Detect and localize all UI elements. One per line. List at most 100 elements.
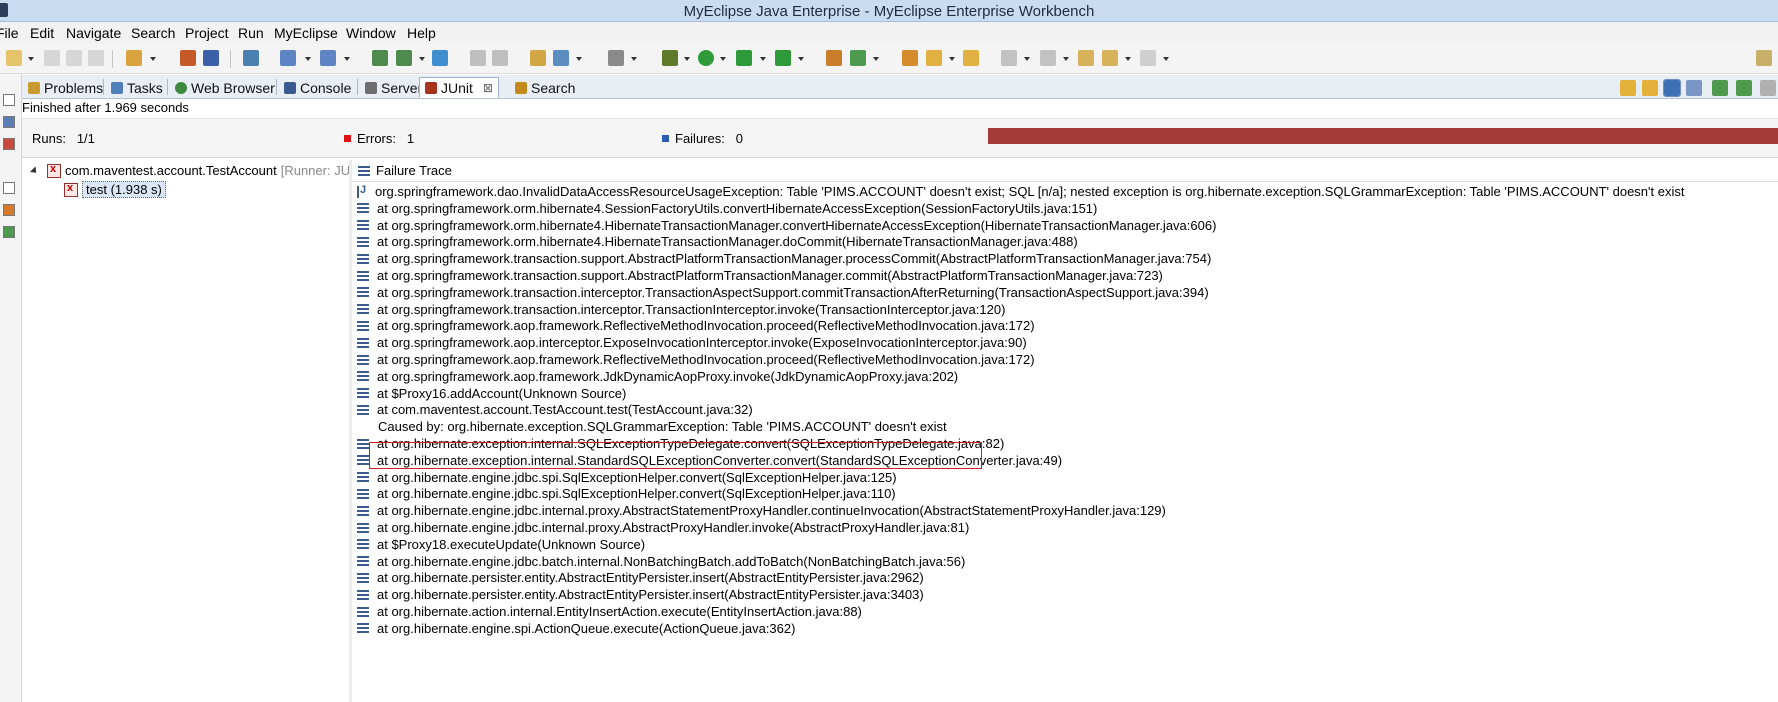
stack-frame-icon xyxy=(357,472,369,483)
tool-icon[interactable] xyxy=(320,50,336,66)
last-edit-icon[interactable] xyxy=(1078,50,1094,66)
tab-junit[interactable]: JUnit ⊠ xyxy=(419,77,499,98)
trace-line-text: at org.hibernate.engine.jdbc.internal.pr… xyxy=(377,503,1166,519)
trace-line-text: org.springframework.dao.InvalidDataAcces… xyxy=(375,184,1685,199)
search-icon[interactable] xyxy=(926,50,942,66)
tool-dropdown-icon[interactable] xyxy=(344,57,350,61)
junit-minimized-icon[interactable] xyxy=(3,138,15,150)
rerun-test-icon[interactable] xyxy=(1712,80,1728,96)
show-failures-only-icon[interactable] xyxy=(1663,79,1681,97)
collapse-icon[interactable] xyxy=(29,165,40,176)
tab-search[interactable]: Search xyxy=(509,77,581,98)
open-task-icon[interactable] xyxy=(902,50,918,66)
close-icon[interactable]: ⊠ xyxy=(483,81,493,95)
package-icon[interactable] xyxy=(530,50,546,66)
runs-value: 1/1 xyxy=(76,131,95,146)
rerun-failed-icon[interactable] xyxy=(1736,80,1752,96)
tab-tasks[interactable]: Tasks xyxy=(105,77,169,98)
debug-icon[interactable] xyxy=(662,50,678,66)
next-failure-icon[interactable] xyxy=(1620,80,1636,96)
terminal-dropdown-icon[interactable] xyxy=(631,57,637,61)
stack-frame-icon xyxy=(357,455,369,466)
trace-frame-line[interactable]: at org.hibernate.engine.spi.ActionQueue.… xyxy=(352,619,795,638)
run-last-dropdown-icon[interactable] xyxy=(760,57,766,61)
refresh-dropdown-icon[interactable] xyxy=(576,57,582,61)
menu-run[interactable]: Run xyxy=(238,25,264,41)
hierarchy-icon[interactable] xyxy=(3,226,15,238)
new-icon[interactable] xyxy=(6,50,22,66)
stack-frame-icon xyxy=(357,236,369,247)
external-tools-icon[interactable] xyxy=(775,50,791,66)
run-icon[interactable] xyxy=(698,50,714,66)
previous-annotation-dropdown-icon[interactable] xyxy=(1063,57,1069,61)
trace-line-text: Caused by: org.hibernate.exception.SQLGr… xyxy=(378,419,947,435)
stack-frame-icon xyxy=(357,203,369,214)
browser-icon[interactable] xyxy=(243,50,259,66)
back-icon[interactable] xyxy=(470,50,486,66)
tab-console[interactable]: Console xyxy=(278,77,357,98)
open-type-icon[interactable] xyxy=(372,50,388,66)
menu-search[interactable]: Search xyxy=(131,25,175,41)
next-annotation-icon[interactable] xyxy=(1001,50,1017,66)
menu-help[interactable]: Help xyxy=(407,25,436,41)
tool-dropdown-icon[interactable] xyxy=(305,57,311,61)
menu-window[interactable]: Window xyxy=(346,25,396,41)
globe-icon[interactable] xyxy=(432,50,448,66)
open-resource-icon[interactable] xyxy=(396,50,412,66)
new-project-icon[interactable] xyxy=(126,50,142,66)
new-package-icon[interactable] xyxy=(850,50,866,66)
tree-node-test-class[interactable]: com.maventest.account.TestAccount [Runne… xyxy=(29,163,378,178)
restore-icon[interactable] xyxy=(3,94,15,106)
menu-project[interactable]: Project xyxy=(185,25,229,41)
stack-frame-icon xyxy=(357,287,369,298)
menu-file[interactable]: File xyxy=(0,25,19,41)
trace-line-text: at org.hibernate.persister.entity.Abstra… xyxy=(377,587,924,603)
forward-nav-dropdown-icon[interactable] xyxy=(1163,57,1169,61)
perspective-icon[interactable] xyxy=(1756,50,1772,66)
new-class-icon[interactable] xyxy=(826,50,842,66)
menu-bar: File Edit Navigate Search Project Run My… xyxy=(0,22,1778,44)
new-package-dropdown-icon[interactable] xyxy=(873,57,879,61)
previous-failure-icon[interactable] xyxy=(1642,80,1658,96)
tool-icon[interactable] xyxy=(280,50,296,66)
back-nav-icon[interactable] xyxy=(1102,50,1118,66)
save-all-icon[interactable] xyxy=(66,50,82,66)
new-project-dropdown-icon[interactable] xyxy=(150,57,156,61)
run-dropdown-icon[interactable] xyxy=(720,57,726,61)
outline-icon[interactable] xyxy=(3,204,15,216)
terminal-icon[interactable] xyxy=(608,50,624,66)
progress-fill xyxy=(988,128,1778,144)
package-explorer-icon[interactable] xyxy=(3,116,15,128)
debug-dropdown-icon[interactable] xyxy=(684,57,690,61)
save-icon[interactable] xyxy=(44,50,60,66)
external-tools-dropdown-icon[interactable] xyxy=(798,57,804,61)
menu-edit[interactable]: Edit xyxy=(30,25,54,41)
restore-icon[interactable] xyxy=(3,182,15,194)
open-dropdown-icon[interactable] xyxy=(419,57,425,61)
run-last-icon[interactable] xyxy=(736,50,752,66)
scroll-lock-icon[interactable] xyxy=(1686,80,1702,96)
trace-line-text: at org.springframework.aop.framework.Jdk… xyxy=(377,368,959,384)
runs-label: Runs: xyxy=(32,131,66,146)
test-tree[interactable]: com.maventest.account.TestAccount [Runne… xyxy=(22,160,378,702)
server-icon[interactable] xyxy=(203,50,219,66)
failure-trace-panel[interactable]: Failure Trace org.springframework.dao.In… xyxy=(352,160,1778,702)
marker-icon[interactable] xyxy=(963,50,979,66)
menu-navigate[interactable]: Navigate xyxy=(66,25,121,41)
search-dropdown-icon[interactable] xyxy=(949,57,955,61)
deploy-icon[interactable] xyxy=(180,50,196,66)
forward-icon[interactable] xyxy=(492,50,508,66)
previous-annotation-icon[interactable] xyxy=(1040,50,1056,66)
back-nav-dropdown-icon[interactable] xyxy=(1125,57,1131,61)
forward-nav-icon[interactable] xyxy=(1140,50,1156,66)
refresh-icon[interactable] xyxy=(553,50,569,66)
print-icon[interactable] xyxy=(88,50,104,66)
next-annotation-dropdown-icon[interactable] xyxy=(1024,57,1030,61)
menu-myeclipse[interactable]: MyEclipse xyxy=(274,25,338,41)
tab-problems[interactable]: Problems xyxy=(22,77,109,98)
tab-web-browser[interactable]: Web Browser xyxy=(169,77,281,98)
new-dropdown-icon[interactable] xyxy=(28,57,34,61)
stop-icon[interactable] xyxy=(1760,80,1776,96)
tab-label: Search xyxy=(531,79,576,96)
tree-node-test-method[interactable]: test (1.938 s) xyxy=(64,181,166,198)
